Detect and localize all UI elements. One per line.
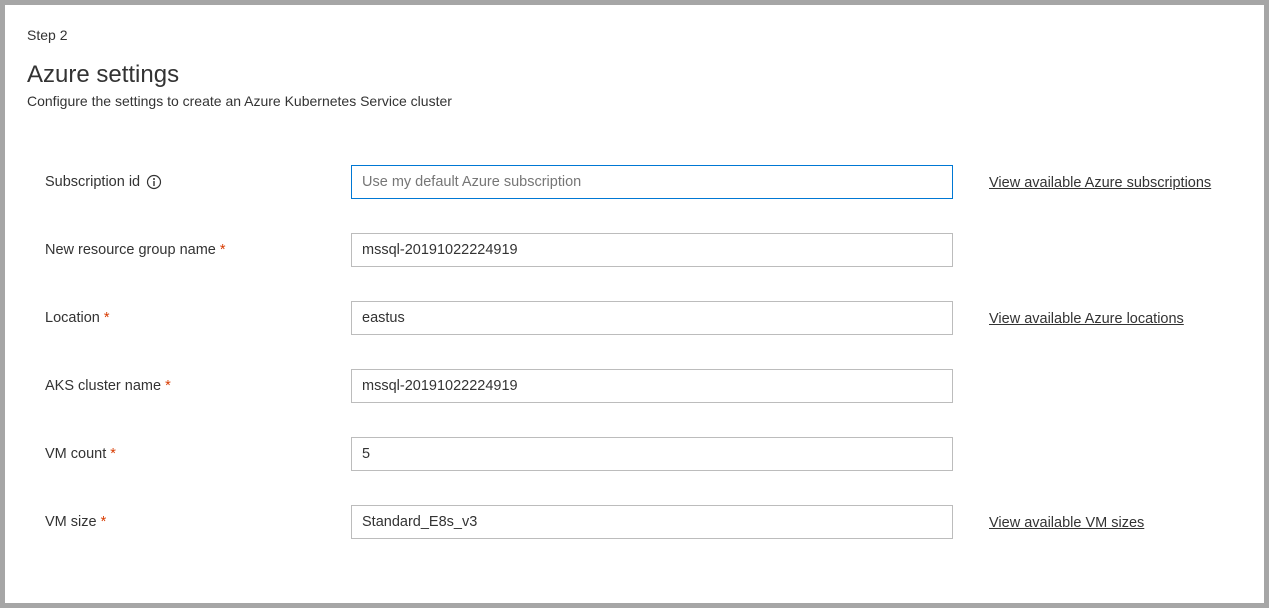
field-row-resource-group: New resource group name * bbox=[45, 233, 1242, 267]
aks-cluster-input[interactable] bbox=[351, 369, 953, 403]
vm-count-input[interactable] bbox=[351, 437, 953, 471]
vm-size-label-text: VM size bbox=[45, 514, 97, 530]
aks-cluster-label-text: AKS cluster name bbox=[45, 378, 161, 394]
field-row-aks-cluster: AKS cluster name * bbox=[45, 369, 1242, 403]
required-asterisk: * bbox=[101, 514, 107, 530]
field-row-subscription: Subscription id View available Azure sub… bbox=[45, 165, 1242, 199]
page-title: Azure settings bbox=[27, 61, 1242, 89]
form-area: Subscription id View available Azure sub… bbox=[27, 165, 1242, 539]
required-asterisk: * bbox=[165, 378, 171, 394]
required-asterisk: * bbox=[220, 242, 226, 258]
subscription-label: Subscription id bbox=[45, 174, 351, 190]
info-icon[interactable] bbox=[146, 174, 162, 190]
vm-count-label-text: VM count bbox=[45, 446, 106, 462]
locations-link[interactable]: View available Azure locations bbox=[989, 311, 1184, 327]
page-subtitle: Configure the settings to create an Azur… bbox=[27, 93, 1242, 109]
subscription-input[interactable] bbox=[351, 165, 953, 199]
subscriptions-link[interactable]: View available Azure subscriptions bbox=[989, 175, 1211, 191]
location-label: Location * bbox=[45, 310, 351, 326]
step-label: Step 2 bbox=[27, 27, 1242, 43]
field-row-vm-size: VM size * View available VM sizes bbox=[45, 505, 1242, 539]
vm-sizes-link[interactable]: View available VM sizes bbox=[989, 515, 1144, 531]
location-input[interactable] bbox=[351, 301, 953, 335]
resource-group-label: New resource group name * bbox=[45, 242, 351, 258]
required-asterisk: * bbox=[104, 310, 110, 326]
resource-group-input[interactable] bbox=[351, 233, 953, 267]
vm-size-label: VM size * bbox=[45, 514, 351, 530]
subscription-label-text: Subscription id bbox=[45, 174, 140, 190]
location-label-text: Location bbox=[45, 310, 100, 326]
azure-settings-step: Step 2 Azure settings Configure the sett… bbox=[0, 0, 1269, 608]
resource-group-label-text: New resource group name bbox=[45, 242, 216, 258]
field-row-location: Location * View available Azure location… bbox=[45, 301, 1242, 335]
aks-cluster-label: AKS cluster name * bbox=[45, 378, 351, 394]
vm-count-label: VM count * bbox=[45, 446, 351, 462]
required-asterisk: * bbox=[110, 446, 116, 462]
field-row-vm-count: VM count * bbox=[45, 437, 1242, 471]
vm-size-input[interactable] bbox=[351, 505, 953, 539]
